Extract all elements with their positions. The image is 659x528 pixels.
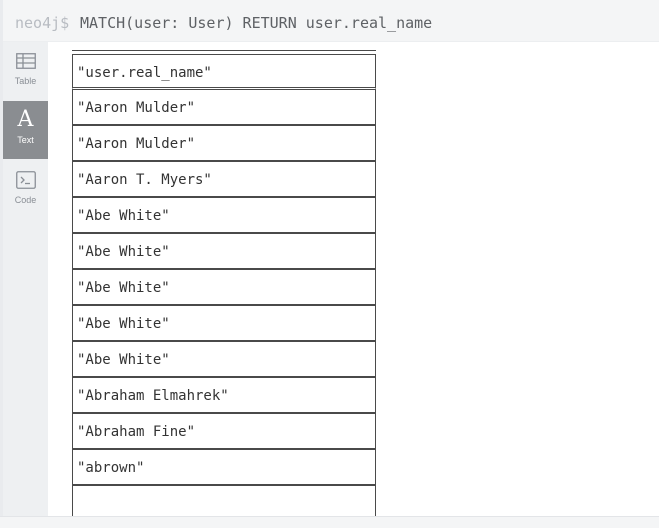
- table-row: "Abraham Elmahrek": [72, 378, 376, 414]
- table-row: "Abe White": [72, 270, 376, 306]
- query-bar[interactable]: neo4j$ MATCH(user: User) RETURN user.rea…: [3, 0, 659, 42]
- view-text-button[interactable]: A Text: [3, 101, 48, 159]
- query-command[interactable]: MATCH(user: User) RETURN user.real_name: [80, 14, 432, 32]
- table-row: "abrown": [72, 450, 376, 486]
- view-code-button[interactable]: Code: [3, 161, 48, 219]
- view-code-label: Code: [14, 195, 37, 205]
- result-pane[interactable]: "user.real_name" "Aaron Mulder" "Aaron M…: [48, 42, 659, 516]
- view-sidebar: Table A Text Code: [3, 42, 48, 516]
- table-row: "Aaron Mulder": [72, 126, 376, 162]
- view-table-button[interactable]: Table: [3, 42, 48, 100]
- table-row: [72, 486, 376, 516]
- table-row: "Aaron Mulder": [72, 90, 376, 126]
- query-prompt: neo4j$: [15, 14, 70, 32]
- view-text-label: Text: [17, 135, 34, 145]
- table-row: "Abraham Fine": [72, 414, 376, 450]
- table-icon: [15, 50, 37, 72]
- view-table-label: Table: [14, 76, 37, 86]
- table-row: "Aaron T. Myers": [72, 162, 376, 198]
- table-row: "Abe White": [72, 234, 376, 270]
- table-header: "user.real_name": [72, 54, 376, 90]
- table-row: "Abe White": [72, 198, 376, 234]
- code-icon: [15, 169, 37, 191]
- table-row: "Abe White": [72, 306, 376, 342]
- result-table: "user.real_name" "Aaron Mulder" "Aaron M…: [72, 50, 376, 516]
- text-icon: A: [17, 107, 34, 132]
- table-row: "Abe White": [72, 342, 376, 378]
- footer-bar: [0, 516, 659, 528]
